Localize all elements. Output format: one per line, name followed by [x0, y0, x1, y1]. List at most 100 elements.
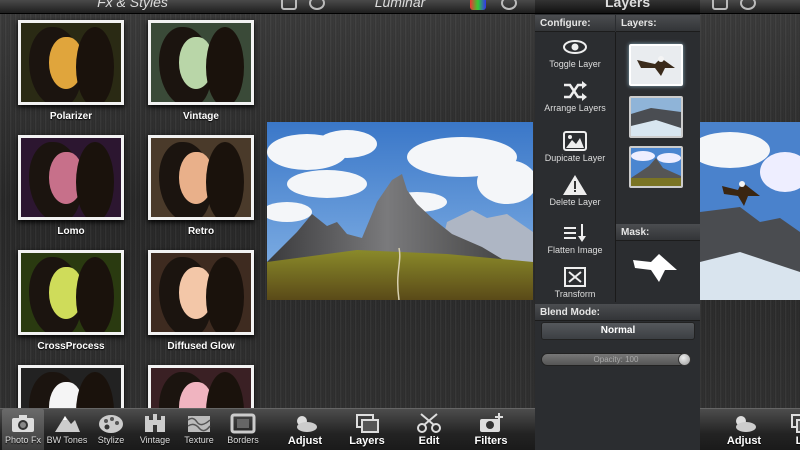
- fx-thumbnail: [18, 250, 124, 335]
- toolbar-button-adjust[interactable]: Adjust: [275, 409, 335, 450]
- toolbar-label: Vintage: [139, 435, 171, 445]
- frame-icon: [230, 413, 256, 434]
- fx-thumbnail: [18, 135, 124, 220]
- fx-item[interactable]: CrossProcess: [18, 250, 124, 352]
- opacity-slider-knob[interactable]: [678, 353, 691, 366]
- image-icon: [563, 131, 587, 151]
- configure-transform[interactable]: Transform: [535, 266, 615, 299]
- layers-icon: [791, 414, 800, 433]
- fx-label: Lomo: [57, 226, 85, 237]
- portrait-hair: [206, 257, 244, 332]
- eagle-layer-image: [631, 46, 681, 84]
- fx-label: CrossProcess: [37, 341, 105, 352]
- toolbar-label: Photo Fx: [4, 435, 42, 445]
- redo-icon[interactable]: [740, 0, 756, 10]
- mask-header: Mask:: [616, 224, 700, 241]
- app-title: Luminar: [374, 0, 426, 10]
- toolbar-label: La: [795, 435, 800, 447]
- layers-topbar: Layers: [535, 0, 700, 14]
- composite-photo[interactable]: [700, 122, 800, 300]
- opacity-slider[interactable]: Opacity: 100: [541, 353, 691, 366]
- fx-item[interactable]: Diffused Glow: [148, 250, 254, 352]
- palette-icon: [99, 415, 123, 433]
- configure-label: Flatten Image: [547, 245, 603, 255]
- toolbar-button-vintage[interactable]: Vintage: [134, 409, 176, 450]
- toolbar-label: Texture: [184, 435, 214, 445]
- toolbar-button-bw-tones[interactable]: BW Tones: [46, 409, 88, 450]
- toolbar-button-texture[interactable]: Texture: [178, 409, 220, 450]
- fx-label: Polarizer: [49, 111, 93, 122]
- configure-arrange-layers[interactable]: Arrange Layers: [535, 80, 615, 113]
- toolbar-button-filters[interactable]: Filters: [461, 409, 521, 450]
- layers-panel-title: Layers: [605, 0, 651, 10]
- fx-item[interactable]: Vintage: [148, 20, 254, 122]
- color-icon[interactable]: [470, 0, 486, 10]
- portrait-hair: [206, 27, 244, 102]
- fx-thumbnail: [148, 20, 254, 105]
- shuffle-icon: [564, 81, 587, 101]
- toolbar-button-layers[interactable]: Layers: [337, 409, 397, 450]
- fx-thumbnail: [148, 135, 254, 220]
- configure-label: Toggle Layer: [549, 59, 601, 69]
- blend-mode-header: Blend Mode:: [535, 304, 700, 321]
- toolbar-button-stylize[interactable]: Stylize: [90, 409, 132, 450]
- camera-icon: [12, 415, 34, 432]
- composite-image: [700, 122, 800, 300]
- toolbar-label: Filters: [474, 435, 508, 447]
- toolbar-label: Edit: [418, 435, 440, 447]
- editor-topbar: Luminar: [265, 0, 535, 14]
- portrait-hair: [76, 27, 114, 102]
- configure-flatten-image[interactable]: Flatten Image: [535, 222, 615, 255]
- layer-thumb-river[interactable]: [629, 96, 683, 138]
- sun-cloud-icon: [297, 416, 317, 432]
- fx-panel-title: Fx & Styles: [97, 0, 168, 10]
- mask-preview[interactable]: [629, 242, 683, 292]
- layers-header: Layers:: [616, 15, 700, 32]
- fx-styles-panel: Fx & Styles Polarizer Vintage Lomo Retro Cro…: [0, 0, 265, 450]
- configure-header: Configure:: [535, 15, 615, 32]
- portrait-hair: [76, 142, 114, 217]
- toolbar-label: Adjust: [287, 435, 323, 447]
- configure-dupicate-layer[interactable]: Dupicate Layer: [535, 130, 615, 163]
- layers-panel: Layers Configure: Layers: Toggle Layer Ar…: [535, 0, 700, 450]
- portrait-hair: [76, 257, 114, 332]
- blend-mode-select[interactable]: Normal: [541, 322, 695, 340]
- undo-icon[interactable]: [712, 0, 728, 10]
- toolbar-button-borders[interactable]: Borders: [222, 409, 264, 450]
- canvas-photo[interactable]: [267, 122, 533, 300]
- opacity-label: Opacity: 100: [593, 355, 639, 364]
- toolbar-label: BW Tones: [46, 435, 88, 445]
- configure-label: Transform: [554, 289, 596, 299]
- configure-delete-layer[interactable]: Delete Layer: [535, 174, 615, 207]
- fx-label: Retro: [187, 226, 215, 237]
- fx-toolbar: Photo Fx BW Tones Stylize Vintage Texture Bor…: [0, 408, 265, 450]
- layers-icon: [356, 414, 379, 433]
- fx-item[interactable]: Lomo: [18, 135, 124, 237]
- mountain-photo: [267, 122, 533, 300]
- fx-thumbnail: [18, 20, 124, 105]
- fx-item[interactable]: Polarizer: [18, 20, 124, 122]
- fx-item[interactable]: Retro: [148, 135, 254, 237]
- toolbar-button-la[interactable]: La: [774, 409, 800, 450]
- fx-label: Diffused Glow: [167, 341, 235, 352]
- toolbar-button-edit[interactable]: Edit: [399, 409, 459, 450]
- toolbar-button-adjust[interactable]: Adjust: [716, 409, 772, 450]
- layer-thumb-mountain[interactable]: [629, 146, 683, 188]
- eye-icon: [563, 40, 587, 54]
- configure-label: Arrange Layers: [544, 103, 606, 113]
- river-layer-image: [631, 98, 681, 136]
- configure-toggle-layer[interactable]: Toggle Layer: [535, 36, 615, 69]
- toolbar-label: Adjust: [726, 435, 762, 447]
- toolbar-label: Stylize: [97, 435, 125, 445]
- texture-icon: [187, 416, 211, 432]
- mountain-icon: [55, 416, 80, 432]
- fx-label: Vintage: [183, 111, 219, 122]
- editor-toolbar: Adjust Layers Edit Filters: [265, 408, 535, 450]
- divider: [615, 32, 616, 302]
- toolbar-button-photo-fx[interactable]: Photo Fx: [2, 409, 44, 450]
- flatten-icon: [564, 224, 586, 242]
- layer-thumb-eagle[interactable]: [629, 44, 683, 86]
- preview-panel: Adjust La: [700, 0, 800, 450]
- transform-icon: [564, 267, 586, 287]
- fx-thumbnail: [148, 250, 254, 335]
